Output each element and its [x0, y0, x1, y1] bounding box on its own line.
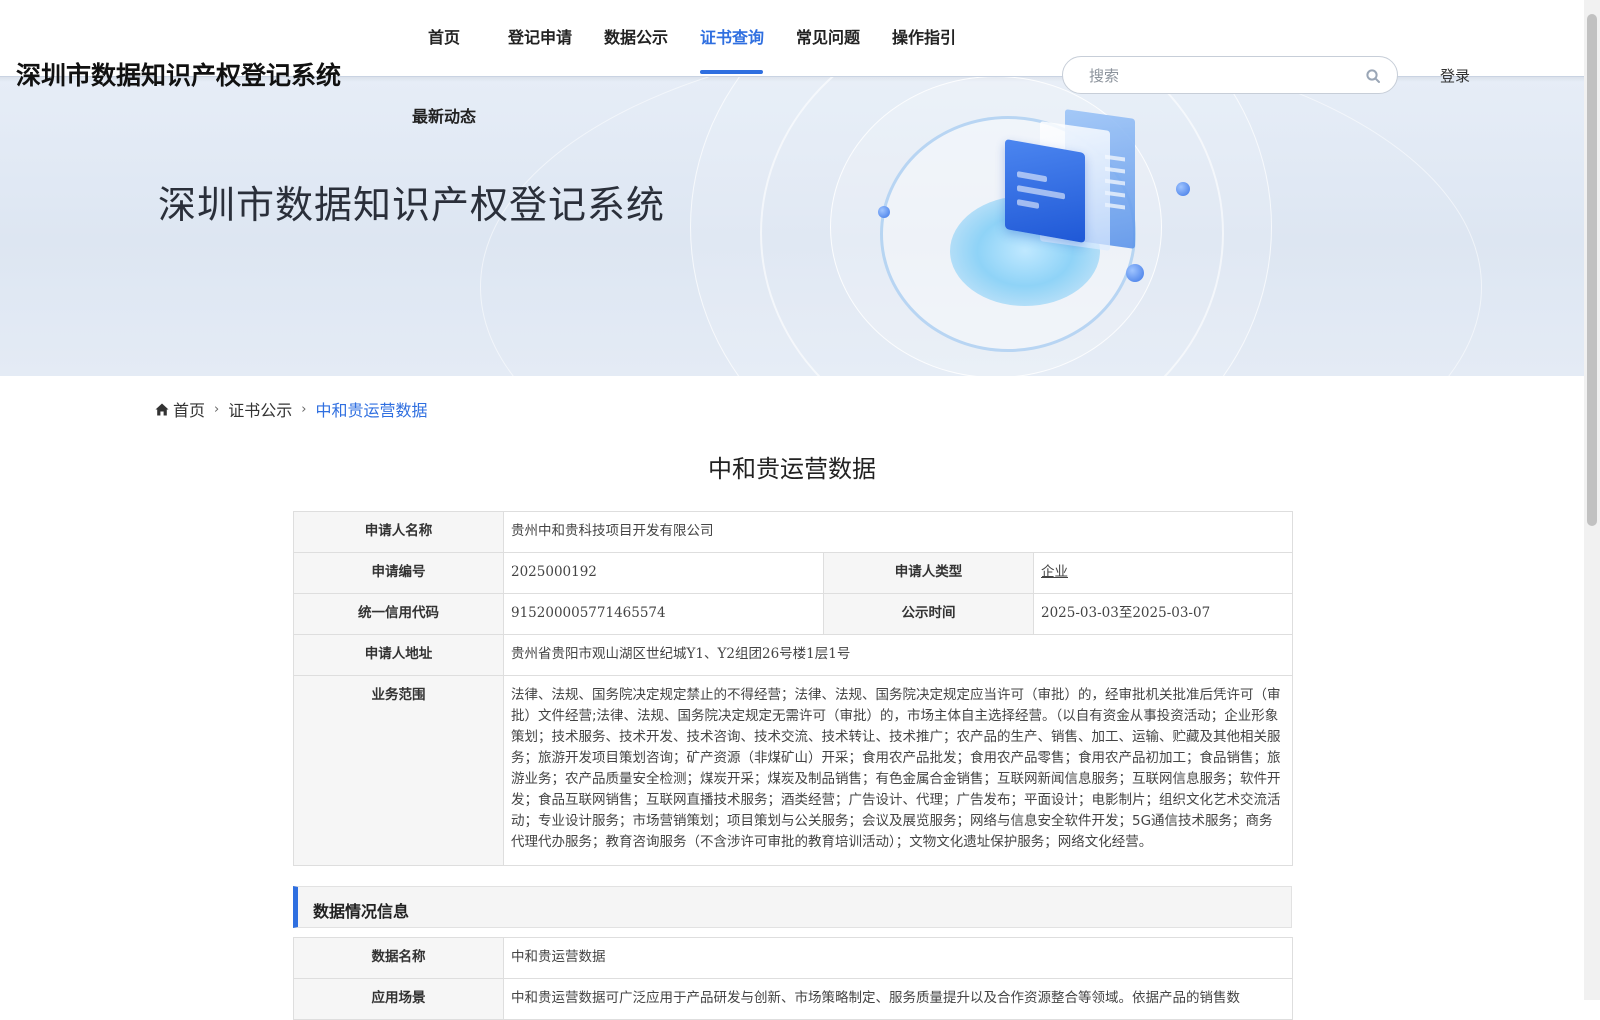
hero-decoration-dot — [878, 206, 890, 218]
page-scrollbar-thumb[interactable] — [1587, 14, 1597, 526]
applicant-name-label: 申请人名称 — [293, 511, 504, 553]
credit-code-label: 统一信用代码 — [293, 593, 504, 635]
nav-active-indicator — [700, 70, 763, 74]
business-scope-label: 业务范围 — [293, 675, 504, 866]
application-number-value: 2025000192 — [503, 552, 824, 594]
nav-item-certificate-query[interactable]: 证书查询 — [700, 24, 764, 48]
table-row: 业务范围 法律、法规、国务院决定规定禁止的不得经营；法律、法规、国务院决定规定应… — [293, 675, 1293, 866]
table-row: 数据名称 中和贵运营数据 — [293, 937, 1293, 979]
nav-item-faq[interactable]: 常见问题 — [796, 24, 860, 48]
chevron-right-icon: › — [214, 401, 220, 417]
nav-item-registration[interactable]: 登记申请 — [508, 24, 572, 48]
table-row: 申请人名称 贵州中和贵科技项目开发有限公司 — [293, 511, 1293, 553]
credit-code-value: 915200005771465574 — [503, 593, 824, 635]
hero-decoration-dot — [1176, 182, 1190, 196]
breadcrumb: 首页 › 证书公示 › 中和贵运营数据 — [155, 397, 427, 421]
search-input[interactable] — [1087, 65, 1351, 87]
search-icon[interactable] — [1365, 68, 1381, 84]
nav-item-latest-news[interactable]: 最新动态 — [412, 103, 476, 127]
section-title: 数据情况信息 — [313, 902, 410, 921]
application-scenario-label: 应用场景 — [293, 978, 504, 1020]
data-info-table: 数据名称 中和贵运营数据 应用场景 中和贵运营数据可广泛应用于产品研发与创新、市… — [293, 937, 1293, 1020]
chevron-right-icon: › — [301, 401, 307, 417]
breadcrumb-current[interactable]: 中和贵运营数据 — [315, 397, 427, 421]
login-link[interactable]: 登录 — [1440, 65, 1470, 86]
page-title: 中和贵运营数据 — [708, 455, 876, 483]
nav-item-guide[interactable]: 操作指引 — [892, 24, 956, 48]
hero-banner: 深圳市数据知识产权登记系统 — [0, 76, 1584, 376]
hero-title: 深圳市数据知识产权登记系统 — [158, 183, 666, 227]
hero-certificate-illustration — [1005, 138, 1085, 244]
business-scope-value: 法律、法规、国务院决定规定禁止的不得经营；法律、法规、国务院决定规定应当许可（审… — [503, 675, 1293, 866]
hero-decoration-dot — [1126, 264, 1144, 282]
applicant-type-link[interactable]: 企业 — [1041, 564, 1068, 580]
applicant-info-table: 申请人名称 贵州中和贵科技项目开发有限公司 申请编号 2025000192 申请… — [293, 511, 1293, 866]
breadcrumb-certificate-publicity[interactable]: 证书公示 — [228, 397, 292, 421]
table-row: 应用场景 中和贵运营数据可广泛应用于产品研发与创新、市场策略制定、服务质量提升以… — [293, 978, 1293, 1020]
data-name-value: 中和贵运营数据 — [503, 937, 1293, 979]
data-info-section-header: 数据情况信息 — [293, 886, 1292, 928]
publicity-time-value: 2025-03-03至2025-03-07 — [1033, 593, 1293, 635]
nav-item-data-publicity[interactable]: 数据公示 — [604, 24, 668, 48]
applicant-type-label: 申请人类型 — [823, 552, 1034, 594]
home-icon[interactable] — [155, 403, 169, 416]
search-box — [1062, 56, 1398, 94]
table-row: 申请编号 2025000192 申请人类型 企业 — [293, 552, 1293, 594]
applicant-address-value: 贵州省贵阳市观山湖区世纪城Y1、Y2组团26号楼1层1号 — [503, 634, 1293, 676]
applicant-name-value: 贵州中和贵科技项目开发有限公司 — [503, 511, 1293, 553]
breadcrumb-home[interactable]: 首页 — [173, 397, 205, 421]
table-row: 申请人地址 贵州省贵阳市观山湖区世纪城Y1、Y2组团26号楼1层1号 — [293, 634, 1293, 676]
publicity-time-label: 公示时间 — [823, 593, 1034, 635]
applicant-address-label: 申请人地址 — [293, 634, 504, 676]
nav-item-home[interactable]: 首页 — [428, 24, 460, 48]
application-scenario-value: 中和贵运营数据可广泛应用于产品研发与创新、市场策略制定、服务质量提升以及合作资源… — [503, 978, 1293, 1020]
site-logo[interactable]: 深圳市数据知识产权登记系统 — [16, 56, 341, 92]
table-row: 统一信用代码 915200005771465574 公示时间 2025-03-0… — [293, 593, 1293, 635]
application-number-label: 申请编号 — [293, 552, 504, 594]
applicant-type-value: 企业 — [1033, 552, 1293, 594]
data-name-label: 数据名称 — [293, 937, 504, 979]
